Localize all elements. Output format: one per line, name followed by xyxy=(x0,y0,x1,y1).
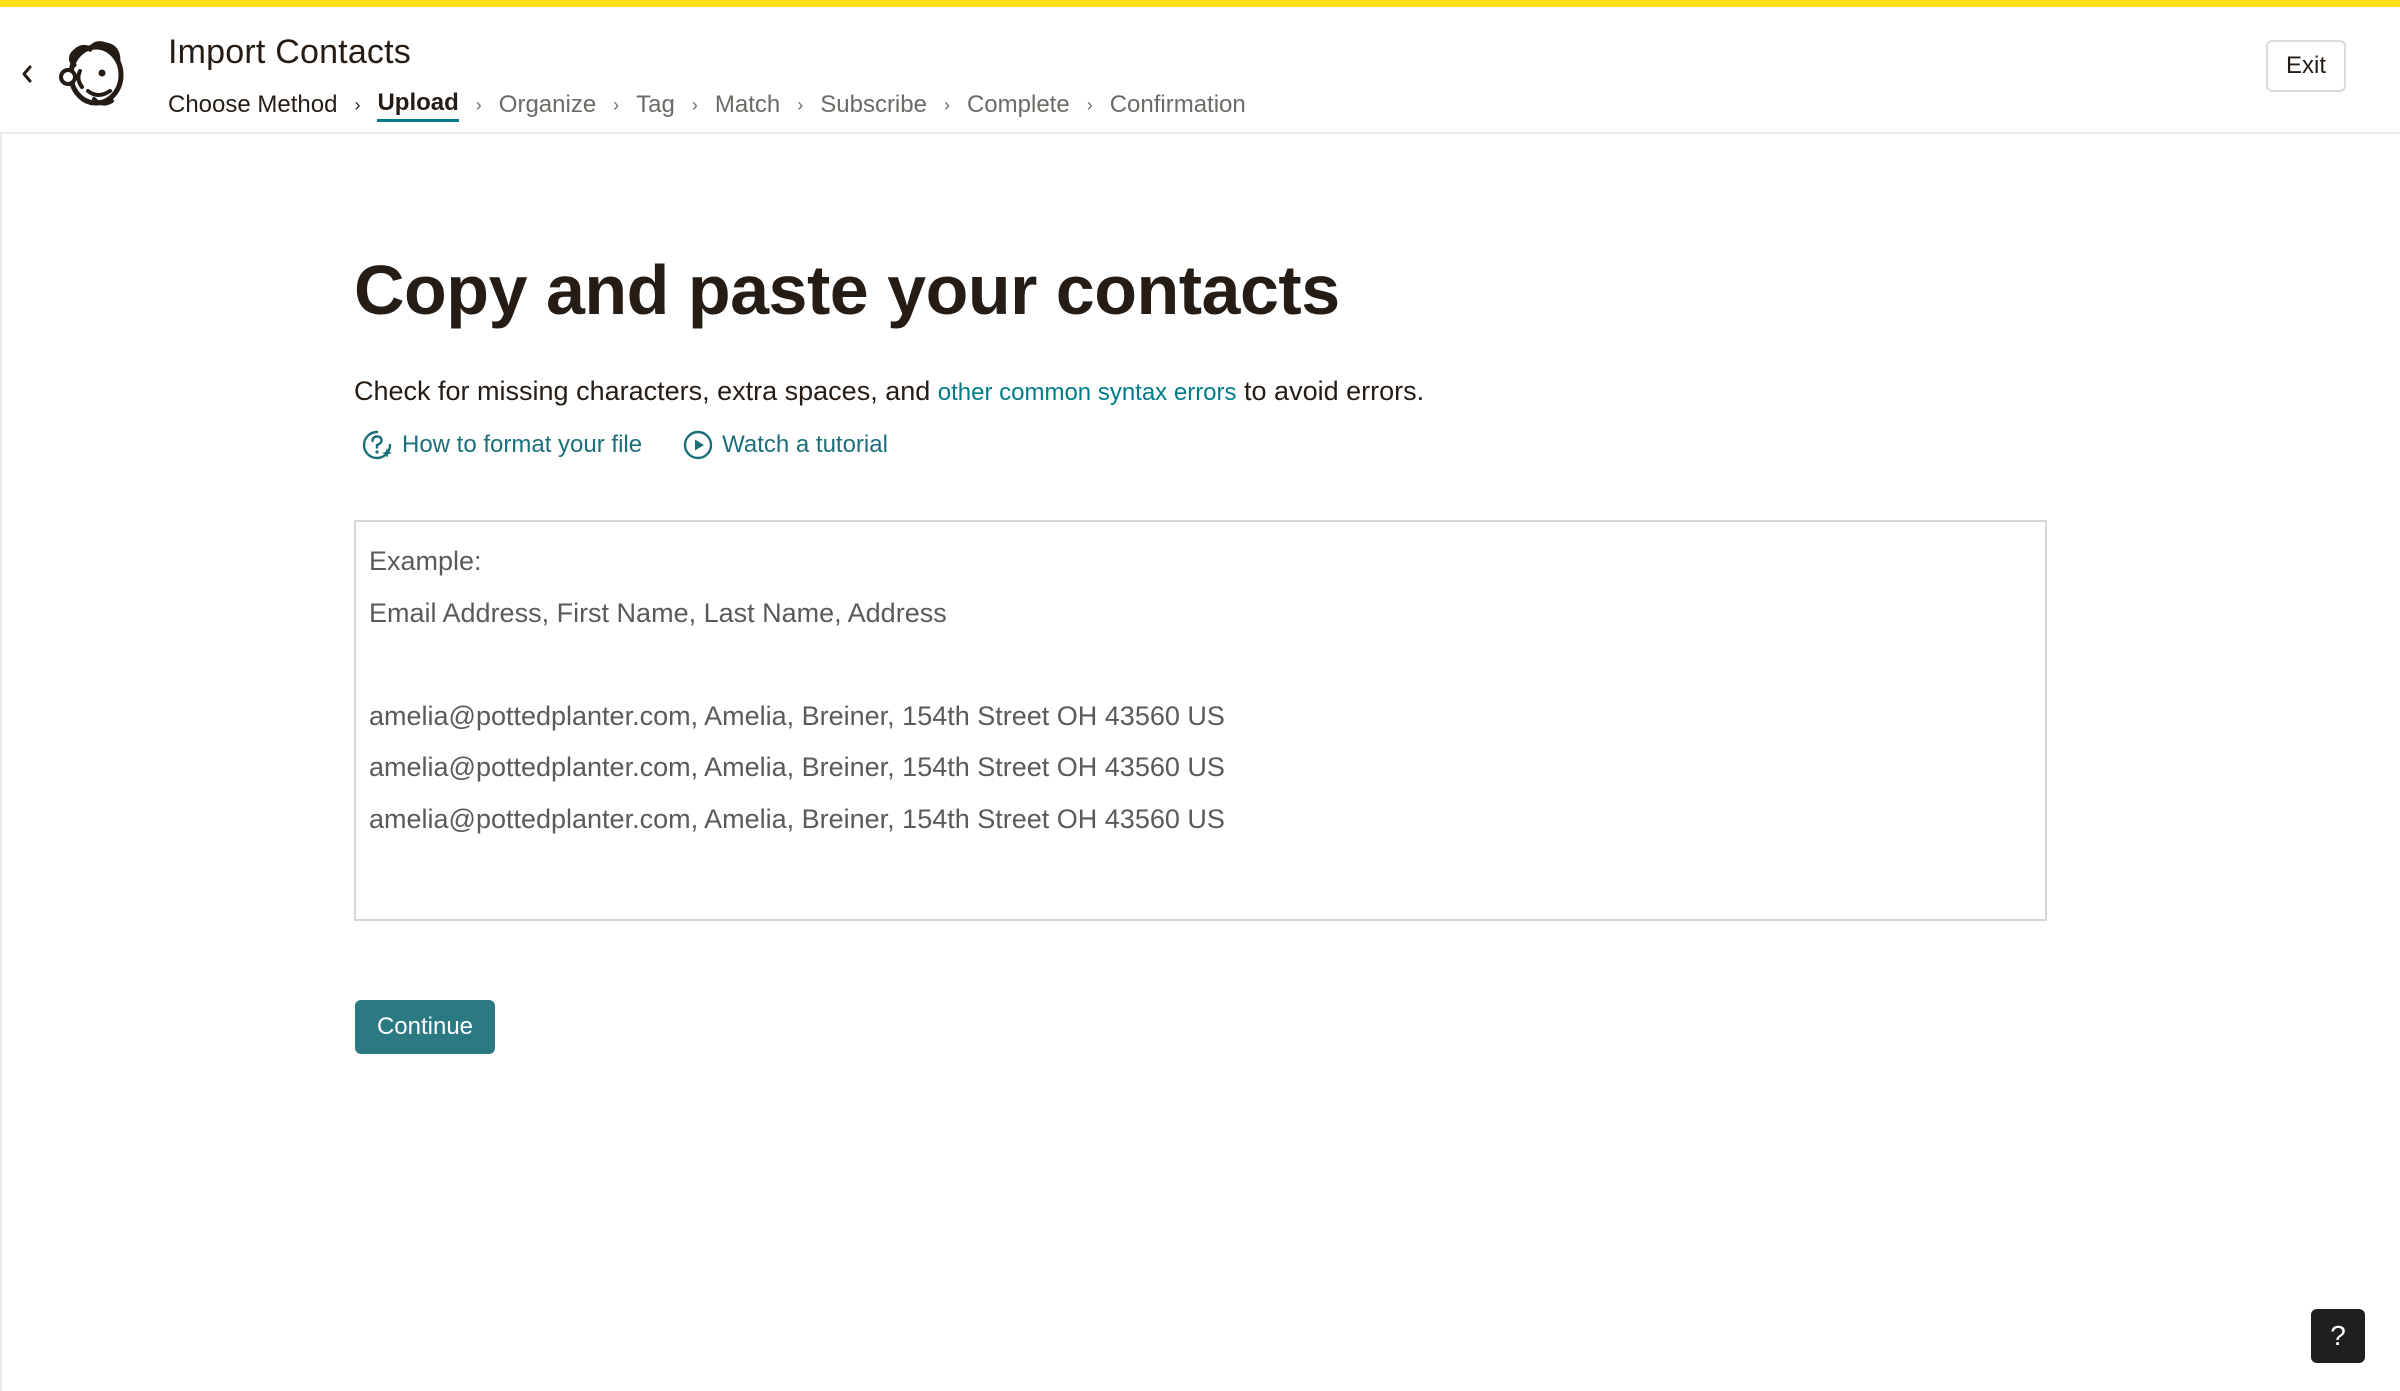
question-sparkle-icon xyxy=(362,430,392,460)
step-organize: Organize xyxy=(498,91,597,118)
format-file-label: How to format your file xyxy=(402,431,643,458)
chevron-right-icon: › xyxy=(943,94,950,115)
step-subscribe: Subscribe xyxy=(820,91,927,118)
continue-button[interactable]: Continue xyxy=(355,1000,495,1054)
step-upload: Upload xyxy=(377,89,459,122)
watch-tutorial-link[interactable]: Watch a tutorial xyxy=(682,429,888,461)
syntax-errors-link[interactable]: other common syntax errors xyxy=(938,379,1237,406)
chevron-right-icon: › xyxy=(1086,94,1093,115)
step-confirmation: Confirmation xyxy=(1109,91,1246,118)
placeholder-line: amelia@pottedplanter.com, Amelia, Breine… xyxy=(369,803,1225,834)
exit-button[interactable]: Exit xyxy=(2266,40,2346,92)
play-circle-icon xyxy=(683,430,713,460)
step-choose-method[interactable]: Choose Method xyxy=(168,91,337,119)
help-links: How to format your file Watch a tutorial xyxy=(360,428,928,462)
left-divider xyxy=(0,134,2,1391)
description-text-start: Check for missing characters, extra spac… xyxy=(354,376,938,406)
watch-tutorial-label: Watch a tutorial xyxy=(722,431,888,458)
syntax-description: Check for missing characters, extra spac… xyxy=(354,376,1424,407)
chevron-right-icon: › xyxy=(613,94,620,115)
step-match: Match xyxy=(714,91,781,118)
chevron-right-icon: › xyxy=(691,94,698,115)
chevron-right-icon: › xyxy=(475,94,482,115)
format-file-link[interactable]: How to format your file xyxy=(360,428,642,462)
import-steps-breadcrumb: Choose Method › Upload › Organize › Tag … xyxy=(168,87,1246,123)
top-accent-stripe xyxy=(0,0,2400,7)
import-header: Import Contacts Choose Method › Upload ›… xyxy=(0,7,2400,134)
back-button[interactable] xyxy=(14,57,40,91)
chevron-left-icon xyxy=(22,65,32,83)
chevron-right-icon: › xyxy=(797,94,804,115)
chevron-right-icon: › xyxy=(354,94,361,115)
step-complete: Complete xyxy=(966,91,1070,118)
mailchimp-logo xyxy=(58,35,130,111)
page-heading: Copy and paste your contacts xyxy=(354,251,1340,329)
description-text-end: to avoid errors. xyxy=(1236,376,1425,406)
page-title: Import Contacts xyxy=(168,33,411,71)
contacts-paste-textarea[interactable]: Example: Email Address, First Name, Last… xyxy=(354,520,2047,921)
help-button[interactable]: ? xyxy=(2311,1309,2365,1363)
step-tag: Tag xyxy=(636,91,675,118)
